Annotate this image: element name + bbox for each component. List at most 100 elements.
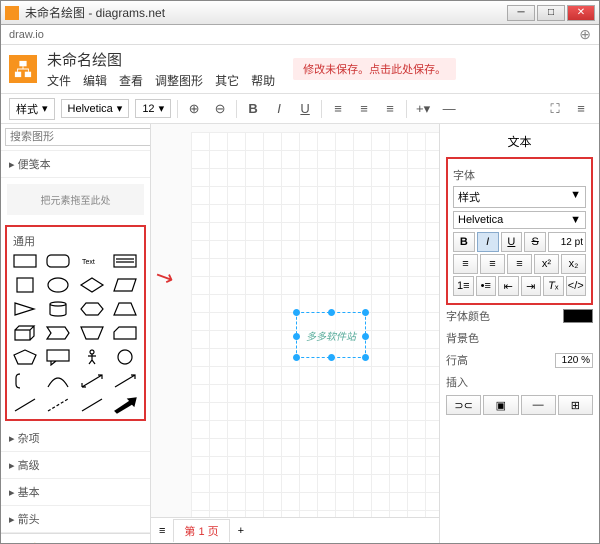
arrows-section[interactable]: ▸ 箭头 [1,506,150,533]
align-left-icon[interactable]: ≡ [328,99,348,119]
shape-card[interactable] [111,323,139,343]
tabs-menu-icon[interactable]: ≡ [159,525,165,537]
shape-thickarrow[interactable] [111,395,139,415]
shape-trap2[interactable] [78,323,106,343]
zoom-out-icon[interactable]: ⊖ [210,99,230,119]
shape-arrow2[interactable] [78,371,106,391]
resize-handle[interactable] [328,354,335,361]
general-section[interactable]: 通用 [11,231,140,251]
add-page-button[interactable]: + [238,525,244,537]
subscript-button[interactable]: x₂ [561,254,586,274]
canvas[interactable]: 多多软件站 [191,132,439,517]
shape-trapezoid[interactable] [111,299,139,319]
lineheight-input[interactable] [555,353,593,368]
bold-icon[interactable]: B [243,99,263,119]
fontfamily-select[interactable]: Helvetica▼ [453,211,586,229]
fontsize-select[interactable]: 12 ▾ [135,99,171,118]
logo-icon[interactable] [9,55,37,83]
style-select[interactable]: 样式 ▾ [9,98,55,120]
search-input[interactable] [5,128,151,146]
advanced-section[interactable]: ▸ 高级 [1,452,150,479]
shape-diamond[interactable] [78,275,106,295]
align-center-icon[interactable]: ≡ [354,99,374,119]
shape-arrow1[interactable] [111,371,139,391]
insert-table[interactable]: ⊞ [558,395,593,415]
shape-text[interactable]: Text [78,251,106,271]
shape-rect[interactable] [11,251,39,271]
bold-button[interactable]: B [453,232,475,252]
shape-bracket[interactable] [11,371,39,391]
fontcolor-swatch[interactable] [563,309,593,323]
underline-button[interactable]: U [501,232,523,252]
shape-triangle[interactable] [11,299,39,319]
basic-section[interactable]: ▸ 基本 [1,479,150,506]
shape-roundrect[interactable] [44,251,72,271]
halign-right[interactable]: ≡ [507,254,532,274]
resize-handle[interactable] [362,354,369,361]
italic-icon[interactable]: I [269,99,289,119]
shape-actor[interactable] [78,347,106,367]
line-icon[interactable]: — [439,99,459,119]
menu-adjust[interactable]: 调整图形 [155,72,203,89]
maximize-button[interactable]: □ [537,5,565,21]
misc-section[interactable]: ▸ 杂项 [1,425,150,452]
resize-handle[interactable] [328,309,335,316]
html-button[interactable]: </> [566,276,587,296]
halign-center[interactable]: ≡ [480,254,505,274]
shape-callout[interactable] [44,347,72,367]
menu-file[interactable]: 文件 [47,72,71,89]
list-ordered[interactable]: 1≡ [453,276,474,296]
shape-dashline[interactable] [44,395,72,415]
insert-image[interactable]: ▣ [483,395,518,415]
list-unordered[interactable]: •≡ [476,276,497,296]
close-button[interactable]: ✕ [567,5,595,21]
drop-area[interactable]: 把元素拖至此处 [7,184,144,215]
resize-handle[interactable] [362,333,369,340]
shape-line[interactable] [11,395,39,415]
shape-hexagon[interactable] [78,299,106,319]
underline-icon[interactable]: U [295,99,315,119]
zoom-in-icon[interactable]: ⊕ [184,99,204,119]
menu-other[interactable]: 其它 [215,72,239,89]
unsaved-warning[interactable]: 修改未保存。点击此处保存。 [293,58,456,80]
insert-link[interactable]: ⊃⊂ [446,395,481,415]
shape-circle[interactable] [111,347,139,367]
menu-icon[interactable]: ≡ [571,99,591,119]
scratchpad-section[interactable]: ▸ 便笺本 [1,151,150,178]
resize-handle[interactable] [362,309,369,316]
fontsize-input[interactable] [548,232,586,252]
fullscreen-icon[interactable]: ⛶ [545,99,565,119]
tab-page1[interactable]: 第 1 页 [173,519,229,542]
resize-handle[interactable] [293,309,300,316]
outdent-button[interactable]: ⇤ [498,276,519,296]
shape-ellipse[interactable] [44,275,72,295]
insert-hr[interactable]: — [521,395,556,415]
language-icon[interactable]: ⊕ [579,26,591,43]
shape-cube[interactable] [11,323,39,343]
shape-curve[interactable] [44,371,72,391]
shape-square[interactable] [11,275,39,295]
align-right-icon[interactable]: ≡ [380,99,400,119]
halign-left[interactable]: ≡ [453,254,478,274]
shape-step[interactable] [44,323,72,343]
shape-line2[interactable] [78,395,106,415]
menu-help[interactable]: 帮助 [251,72,275,89]
indent-button[interactable]: ⇥ [521,276,542,296]
shape-pentagon[interactable] [11,347,39,367]
style-select-panel[interactable]: 样式▼ [453,186,586,208]
italic-button[interactable]: I [477,232,499,252]
strike-button[interactable]: S [524,232,546,252]
more-shapes[interactable]: + 更多图形... [1,533,150,543]
minimize-button[interactable]: ─ [507,5,535,21]
clear-format[interactable]: Tₓ [543,276,564,296]
resize-handle[interactable] [293,333,300,340]
menu-view[interactable]: 查看 [119,72,143,89]
selected-shape[interactable]: 多多软件站 [296,312,366,358]
font-select[interactable]: Helvetica ▾ [61,99,130,118]
shape-cylinder[interactable] [44,299,72,319]
menu-edit[interactable]: 编辑 [83,72,107,89]
resize-handle[interactable] [293,354,300,361]
shape-textbox[interactable] [111,251,139,271]
plus-icon[interactable]: +▾ [413,99,433,119]
document-title[interactable]: 未命名绘图 [47,49,275,70]
